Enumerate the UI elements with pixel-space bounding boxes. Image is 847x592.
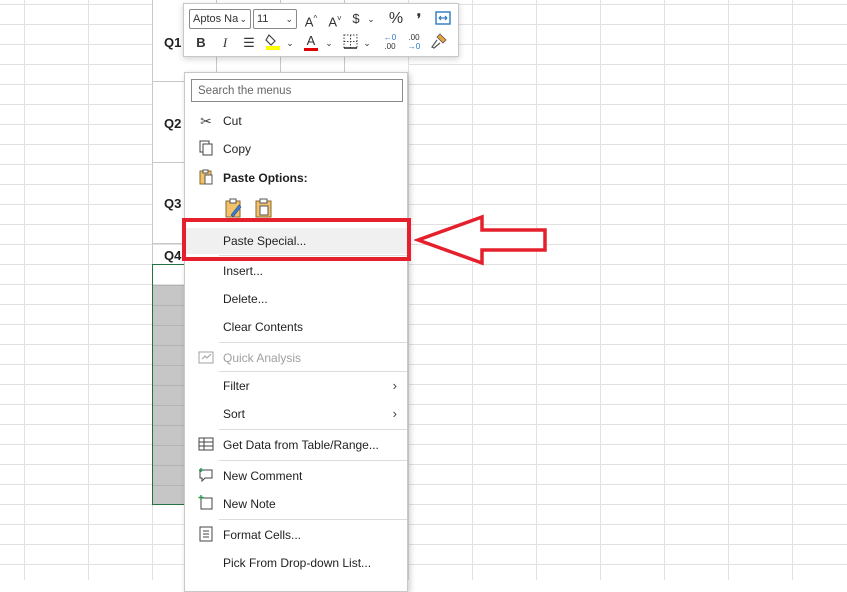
font-color-button[interactable]: A <box>303 32 319 51</box>
grow-font-button[interactable]: A^ <box>302 10 320 29</box>
merge-center-button[interactable] <box>434 10 452 28</box>
font-name-value: Aptos Na <box>193 13 239 25</box>
menu-item-label: Pick From Drop-down List... <box>223 556 372 570</box>
menu-item-label: Delete... <box>223 292 268 306</box>
bold-button[interactable]: B <box>194 34 208 52</box>
font-color-letter: A <box>306 33 316 48</box>
menu-item-copy[interactable]: Copy <box>185 136 407 162</box>
chevron-down-icon[interactable]: ⌄ <box>362 34 372 52</box>
chevron-down-icon: ⌄ <box>239 14 247 24</box>
menu-item-label: Quick Analysis <box>223 351 302 365</box>
menu-item-label: Copy <box>223 142 252 156</box>
menu-item-label: Cut <box>223 114 242 128</box>
fill-color-button[interactable] <box>264 32 282 50</box>
menu-item-label: Format Cells... <box>223 528 302 542</box>
format-painter-button[interactable] <box>430 33 448 51</box>
copy-icon <box>197 140 215 158</box>
menu-item-paste-options: Paste Options: <box>185 165 407 191</box>
menu-item-clear-contents[interactable]: Clear Contents <box>185 314 407 340</box>
paste-option-paste-icon[interactable] <box>253 197 275 219</box>
chevron-down-icon[interactable]: ⌄ <box>366 10 376 28</box>
font-size-value: 11 <box>257 13 269 25</box>
quick-analysis-icon <box>197 349 215 367</box>
spreadsheet-grid[interactable] <box>0 0 847 580</box>
scissors-icon: ✂ <box>200 113 212 129</box>
decimal-label: .00 <box>384 42 396 51</box>
row-label-q4: Q4 <box>164 248 182 263</box>
font-name-select[interactable]: Aptos Na ⌄ <box>189 9 251 29</box>
mini-toolbar: Aptos Na ⌄ 11 ⌄ A^ A˅ $ ⌄ % ❜ B I ☰ ⌄ A … <box>183 3 459 57</box>
menu-item-label: New Comment <box>223 469 303 483</box>
decimal-label: .00 <box>408 33 420 42</box>
decrease-decimal-button[interactable]: .00 →0 <box>404 33 424 51</box>
menu-separator <box>219 342 407 343</box>
chevron-down-icon[interactable]: ⌄ <box>324 34 334 52</box>
menu-item-label: Get Data from Table/Range... <box>223 438 379 452</box>
menu-separator <box>219 460 407 461</box>
percent-button[interactable]: % <box>387 10 405 28</box>
menu-item-pick-from-list[interactable]: Pick From Drop-down List... <box>185 550 407 576</box>
increase-decimal-button[interactable]: ←0.00 <box>380 33 400 51</box>
highlight-box <box>182 218 411 261</box>
note-icon <box>197 495 215 513</box>
row-label-q2: Q2 <box>164 116 182 131</box>
borders-button[interactable] <box>342 34 358 52</box>
menu-item-new-note[interactable]: New Note <box>185 491 407 517</box>
menu-item-delete[interactable]: Delete... <box>185 286 407 312</box>
menu-item-label: Clear Contents <box>223 320 304 334</box>
chevron-right-icon: › <box>392 406 397 421</box>
font-color-swatch <box>304 48 318 51</box>
menu-item-label: Sort <box>223 407 246 421</box>
menu-item-sort[interactable]: Sort › <box>185 401 407 427</box>
chevron-down-icon: ⌄ <box>285 14 293 24</box>
format-cells-icon <box>197 526 215 544</box>
search-menus-input[interactable] <box>191 79 403 102</box>
font-size-select[interactable]: 11 ⌄ <box>253 9 297 29</box>
menu-separator <box>219 429 407 430</box>
italic-button[interactable]: I <box>218 34 232 52</box>
menu-item-insert[interactable]: Insert... <box>185 258 407 284</box>
shrink-font-button[interactable]: A˅ <box>326 10 344 29</box>
format-painter-icon <box>431 33 447 49</box>
paste-option-formulas-icon[interactable] <box>223 197 245 219</box>
menu-item-label: Insert... <box>223 264 264 278</box>
comment-icon <box>197 467 215 485</box>
merge-icon <box>435 11 451 25</box>
menu-item-format-cells[interactable]: Format Cells... <box>185 522 407 548</box>
row-label-q3: Q3 <box>164 196 182 211</box>
menu-item-label: New Note <box>223 497 276 511</box>
paint-bucket-icon <box>265 34 280 50</box>
clipboard-icon <box>197 169 215 187</box>
menu-item-label: Filter <box>223 379 250 393</box>
menu-item-get-data[interactable]: Get Data from Table/Range... <box>185 432 407 458</box>
borders-icon <box>343 34 357 49</box>
annotation-arrow-icon <box>414 214 547 266</box>
menu-separator <box>219 519 407 520</box>
context-menu: ✂ Cut Copy Paste Options: Paste Special.… <box>184 72 408 592</box>
menu-separator <box>219 371 407 372</box>
comma-style-button[interactable]: ❜ <box>412 10 426 28</box>
chevron-down-icon[interactable]: ⌄ <box>285 34 295 52</box>
align-center-button[interactable]: ☰ <box>241 34 257 52</box>
menu-item-filter[interactable]: Filter › <box>185 373 407 399</box>
chevron-right-icon: › <box>392 378 397 393</box>
menu-item-label: Paste Options: <box>223 171 308 185</box>
table-icon <box>197 436 215 454</box>
menu-item-cut[interactable]: ✂ Cut <box>185 108 407 134</box>
currency-button[interactable]: $ <box>349 10 363 28</box>
row-label-q1: Q1 <box>164 35 182 50</box>
menu-item-new-comment[interactable]: New Comment <box>185 463 407 489</box>
menu-item-quick-analysis: Quick Analysis <box>185 345 407 371</box>
